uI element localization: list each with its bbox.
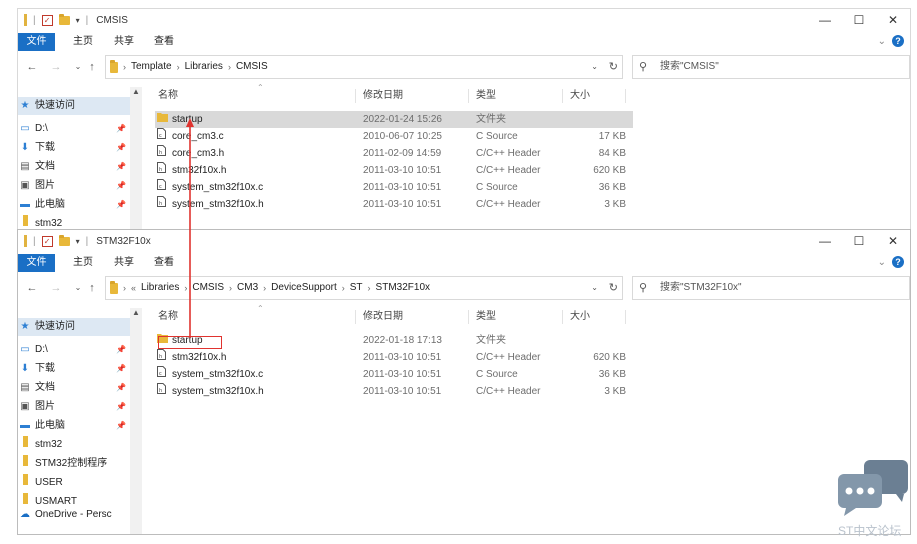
chat-bubble-icon	[838, 460, 908, 516]
watermark-text: ST中文论坛	[838, 524, 902, 538]
annotation-arrow	[186, 118, 194, 338]
